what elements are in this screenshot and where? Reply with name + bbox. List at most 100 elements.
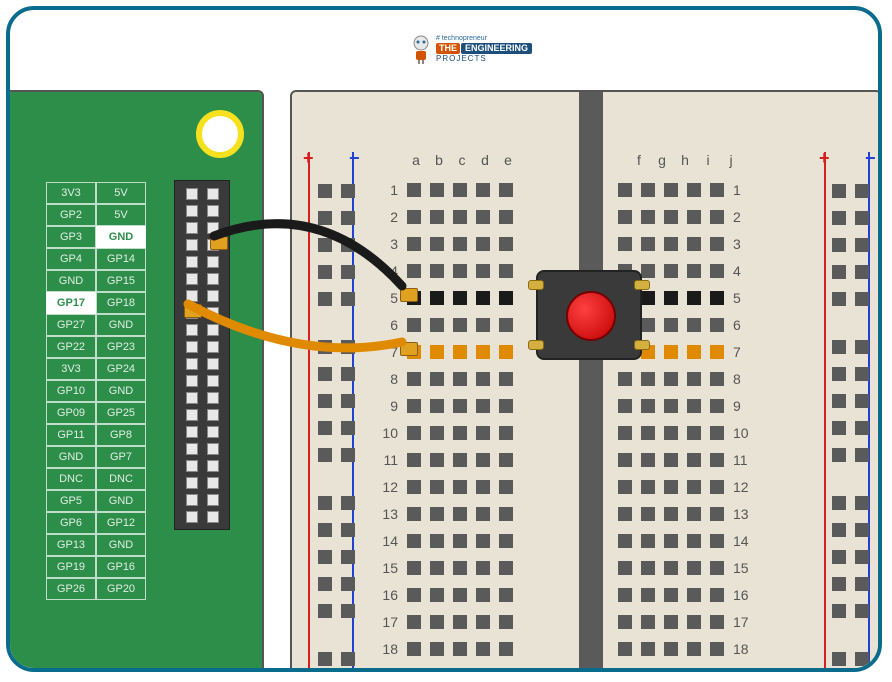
header-pin — [186, 324, 198, 336]
bb-tie-point — [430, 534, 444, 548]
header-pin — [207, 222, 219, 234]
header-pin — [207, 256, 219, 268]
bb-row: 18 — [376, 635, 513, 662]
header-pin — [207, 290, 219, 302]
bb-tie-point — [499, 237, 513, 251]
bb-tie-point — [710, 507, 724, 521]
header-pin — [186, 511, 198, 523]
row-number: 8 — [376, 371, 398, 387]
pin-label-gnd: GND — [96, 380, 146, 402]
rail-tie-point — [855, 340, 869, 354]
row-number: 2 — [376, 209, 398, 225]
row-number: 16 — [733, 587, 755, 603]
header-pin — [186, 290, 198, 302]
bb-tie-point — [641, 561, 655, 575]
minus-label-r: − — [865, 148, 876, 169]
bb-tie-point — [664, 669, 678, 673]
bb-tie-point — [641, 264, 655, 278]
bb-tie-point — [687, 453, 701, 467]
bb-tie-point — [710, 480, 724, 494]
bb-tie-point — [641, 210, 655, 224]
row-number: 10 — [376, 425, 398, 441]
bb-tie-point — [641, 399, 655, 413]
bb-tie-point — [499, 588, 513, 602]
bb-tie-point — [499, 372, 513, 386]
bb-tie-point — [476, 480, 490, 494]
header-pin — [186, 460, 198, 472]
pin-label-gnd: GND — [46, 270, 96, 292]
pin-label-gp17: GP17 — [46, 292, 96, 314]
rail-tie-point — [341, 367, 355, 381]
bb-tie-point — [430, 507, 444, 521]
bb-tie-point — [453, 210, 467, 224]
header-pin — [186, 188, 198, 200]
rail-tie-point — [832, 211, 846, 225]
bb-tie-point — [710, 588, 724, 602]
pin-label-gp6: GP6 — [46, 512, 96, 534]
bb-tie-point — [430, 669, 444, 673]
rail-tie-point — [318, 394, 332, 408]
bb-row: 17 — [376, 608, 513, 635]
bb-row: 14 — [618, 527, 755, 554]
bb-row: 6 — [376, 311, 513, 338]
bb-tie-point — [618, 669, 632, 673]
pin-label-gp22: GP22 — [46, 336, 96, 358]
bb-tie-point — [407, 615, 421, 629]
bb-tie-point — [430, 372, 444, 386]
bb-tie-point — [453, 345, 467, 359]
rail-tie-point — [341, 211, 355, 225]
bb-tie-point — [476, 588, 490, 602]
bb-tie-point — [710, 318, 724, 332]
row-number: 5 — [733, 290, 755, 306]
bb-tie-point — [618, 507, 632, 521]
bb-tie-point — [407, 453, 421, 467]
pin-label-3v3: 3V3 — [46, 358, 96, 380]
rail-tie-point — [318, 448, 332, 462]
rail-tie-point — [341, 496, 355, 510]
bb-tie-point — [687, 615, 701, 629]
bb-tie-point — [430, 210, 444, 224]
bb-tie-point — [618, 183, 632, 197]
bb-tie-point — [453, 399, 467, 413]
bb-row: 8 — [618, 365, 755, 392]
pin-label-gnd: GND — [96, 534, 146, 556]
diagram-frame: # technopreneur THE ENGINEERING PROJECTS… — [6, 6, 882, 672]
bb-tie-point — [430, 615, 444, 629]
power-rail-left — [318, 184, 355, 672]
bb-row: 5 — [376, 284, 513, 311]
row-number: 12 — [733, 479, 755, 495]
bb-tie-point — [407, 588, 421, 602]
bb-tie-point — [407, 399, 421, 413]
rail-tie-point — [855, 550, 869, 564]
rail-tie-point — [832, 496, 846, 510]
rail-tie-point — [832, 652, 846, 666]
bb-tie-point — [664, 615, 678, 629]
bb-tie-point — [453, 183, 467, 197]
rail-tie-point — [832, 292, 846, 306]
bb-row: 13 — [376, 500, 513, 527]
pin-label-gp25: GP25 — [96, 402, 146, 424]
rail-tie-point — [832, 394, 846, 408]
power-rail-right — [832, 184, 869, 672]
bb-tie-point — [453, 588, 467, 602]
row-number: 13 — [733, 506, 755, 522]
row-number: 10 — [733, 425, 755, 441]
rail-tie-point — [832, 523, 846, 537]
pin-label-gp27: GP27 — [46, 314, 96, 336]
bb-tie-point — [710, 453, 724, 467]
col-label: a — [409, 152, 423, 168]
bb-tie-point — [664, 264, 678, 278]
bb-tie-point — [687, 669, 701, 673]
bb-tie-point — [430, 426, 444, 440]
pin-label-gp8: GP8 — [96, 424, 146, 446]
header-pin — [186, 494, 198, 506]
bb-tie-point — [430, 318, 444, 332]
pin-label-gp7: GP7 — [96, 446, 146, 468]
bb-tie-point — [407, 210, 421, 224]
logo-tagline: # technopreneur — [436, 35, 532, 42]
col-label: d — [478, 152, 492, 168]
bb-row: 7 — [376, 338, 513, 365]
bb-row: 10 — [376, 419, 513, 446]
bb-row: 18 — [618, 635, 755, 662]
rail-tie-point — [341, 604, 355, 618]
